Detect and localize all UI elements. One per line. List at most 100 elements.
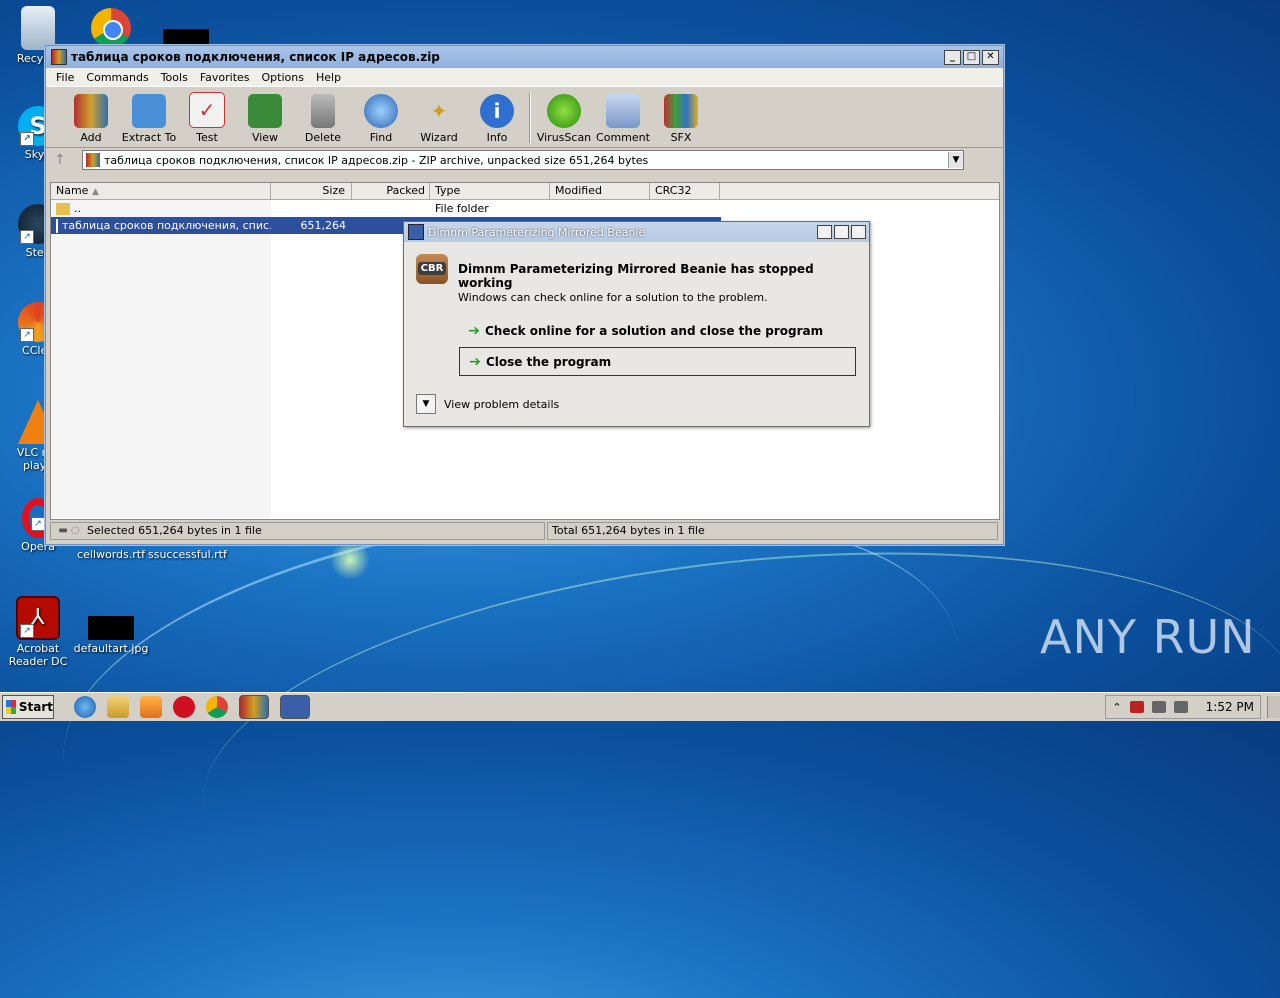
winrar-taskbar-button[interactable] — [239, 695, 269, 719]
chrome-taskbar-icon[interactable] — [206, 696, 228, 718]
info-label: Info — [486, 131, 508, 144]
chevron-down-icon[interactable]: ▼ — [416, 394, 436, 414]
start-button[interactable]: Start — [2, 695, 54, 719]
status-selected: Selected 651,264 bytes in 1 file — [87, 524, 262, 537]
media-player-icon[interactable] — [140, 696, 162, 718]
opera-taskbar-icon[interactable] — [173, 696, 195, 718]
zip-archive-icon — [86, 153, 100, 167]
wizard-button[interactable]: ✦ Wizard — [410, 94, 468, 147]
redacted-icon — [163, 29, 209, 45]
volume-icon[interactable] — [1173, 701, 1188, 713]
file-icon — [56, 218, 58, 233]
test-button[interactable]: ✓ Test — [178, 92, 236, 147]
address-text: таблица сроков подключения, список IP ад… — [104, 153, 649, 167]
virusscan-label: VirusScan — [536, 131, 592, 144]
clock[interactable]: 1:52 PM — [1206, 700, 1254, 714]
column-modified[interactable]: Modified — [550, 183, 650, 199]
add-label: Add — [80, 131, 102, 144]
menu-file[interactable]: File — [50, 71, 80, 84]
extract-to-button[interactable]: Extract To — [120, 94, 178, 147]
tray-expand-icon[interactable]: ⌃ — [1112, 701, 1121, 714]
column-type[interactable]: Type — [430, 183, 550, 199]
menu-help[interactable]: Help — [310, 71, 347, 84]
desktop-icon-label: ssuccessful.rtf — [148, 548, 227, 561]
virusscan-button[interactable]: VirusScan — [534, 94, 594, 147]
close-program-button[interactable]: ➔ Close the program — [459, 347, 856, 376]
sfx-icon — [664, 94, 698, 128]
view-label: View — [251, 131, 279, 144]
address-field[interactable]: таблица сроков подключения, список IP ад… — [82, 150, 964, 170]
desktop-icon-cellwords[interactable]: cellwords.rtf — [73, 548, 149, 561]
network-icon[interactable] — [1151, 701, 1166, 713]
acrobat-icon: ⅄ ↗ — [16, 596, 60, 640]
app-icon-text: CBR — [417, 262, 447, 275]
status-total: Total 651,264 bytes in 1 file — [547, 522, 998, 540]
dialog-titlebar[interactable]: Dimnm Parameterizing Mirrored Beanie _ □… — [404, 222, 869, 242]
delete-button[interactable]: Delete — [294, 94, 352, 147]
ie-icon[interactable] — [74, 696, 96, 718]
column-packed[interactable]: Packed — [352, 183, 430, 199]
app-title-icon — [408, 224, 424, 240]
desktop-icon-ssuccessful[interactable]: ssuccessful.rtf — [148, 548, 227, 561]
menu-bar: File Commands Tools Favorites Options He… — [46, 68, 1003, 86]
find-button[interactable]: Find — [352, 94, 410, 147]
dialog-subtext: Windows can check online for a solution … — [458, 291, 768, 304]
folder-extract-icon — [132, 94, 166, 128]
dialog-close-button[interactable]: ✕ — [851, 225, 866, 239]
app-icon: CBR — [416, 254, 448, 284]
menu-commands[interactable]: Commands — [80, 71, 154, 84]
close-button[interactable]: ✕ — [982, 49, 999, 65]
desktop-icon-label: Acrobat Reader DC — [8, 642, 68, 668]
desktop-icon-acrobat[interactable]: ⅄ ↗ Acrobat Reader DC — [0, 596, 76, 668]
minimize-button[interactable]: _ — [944, 49, 961, 65]
info-button[interactable]: i Info — [468, 94, 526, 147]
desktop-icon-label: defaultart.jpg — [73, 642, 149, 655]
toolbar: Add Extract To ✓ Test View Delete Find ✦ W… — [46, 86, 1003, 148]
table-row[interactable]: .. File folder — [51, 200, 999, 217]
column-name[interactable]: Name ▲ — [51, 183, 271, 199]
desktop-icon-chrome[interactable] — [74, 8, 148, 50]
menu-options[interactable]: Options — [256, 71, 310, 84]
row-name: .. — [74, 202, 81, 215]
comment-label: Comment — [596, 131, 650, 144]
maximize-button[interactable]: □ — [963, 49, 980, 65]
view-details-label: View problem details — [444, 397, 560, 411]
wizard-label: Wizard — [420, 131, 458, 144]
dialog-taskbar-button[interactable] — [280, 695, 310, 719]
comment-button[interactable]: Comment — [594, 94, 652, 147]
chrome-icon — [91, 8, 131, 48]
menu-favorites[interactable]: Favorites — [194, 71, 256, 84]
dialog-maximize-button[interactable]: □ — [834, 225, 849, 239]
bug-icon — [547, 94, 581, 128]
sfx-button[interactable]: SFX — [652, 94, 710, 147]
info-icon: i — [480, 94, 514, 128]
desktop-icon-defaultart[interactable]: defaultart.jpg — [73, 616, 149, 655]
comment-icon — [606, 94, 640, 128]
check-online-button[interactable]: ➔ Check online for a solution and close … — [459, 318, 856, 344]
row-name: таблица сроков подключения, спис… — [62, 219, 271, 232]
view-button[interactable]: View — [236, 94, 294, 147]
up-arrow-icon[interactable]: ↑ — [54, 152, 82, 168]
view-details-toggle[interactable]: ▼ View problem details — [416, 394, 559, 414]
crash-dialog: Dimnm Parameterizing Mirrored Beanie _ □… — [403, 221, 870, 427]
address-bar: ↑ таблица сроков подключения, список IP … — [46, 148, 1003, 172]
column-size[interactable]: Size — [271, 183, 352, 199]
dialog-minimize-button[interactable]: _ — [817, 225, 832, 239]
address-dropdown-button[interactable]: ▼ — [948, 152, 963, 168]
column-crc32[interactable]: CRC32 — [650, 183, 720, 199]
status-bar: ▬ ◌ Selected 651,264 bytes in 1 file Tota… — [50, 522, 998, 540]
show-desktop-button[interactable] — [1267, 696, 1280, 718]
add-button[interactable]: Add — [62, 94, 120, 147]
menu-tools[interactable]: Tools — [155, 71, 194, 84]
row-type: File folder — [435, 202, 489, 215]
row-size: 651,264 — [300, 219, 347, 232]
winrar-titlebar[interactable]: таблица сроков подключения, список IP ад… — [46, 46, 1003, 68]
clipboard-check-icon: ✓ — [189, 92, 225, 128]
taskbar: Start ⌃ 1:52 PM — [0, 692, 1280, 721]
drive-icon: ▬ ◌ — [58, 525, 80, 536]
explorer-icon[interactable] — [107, 696, 129, 718]
windows-flag-icon — [6, 700, 16, 714]
action-center-icon[interactable] — [1129, 701, 1144, 713]
dialog-title: Dimnm Parameterizing Mirrored Beanie — [428, 225, 646, 239]
sort-ascending-icon: ▲ — [91, 187, 99, 197]
